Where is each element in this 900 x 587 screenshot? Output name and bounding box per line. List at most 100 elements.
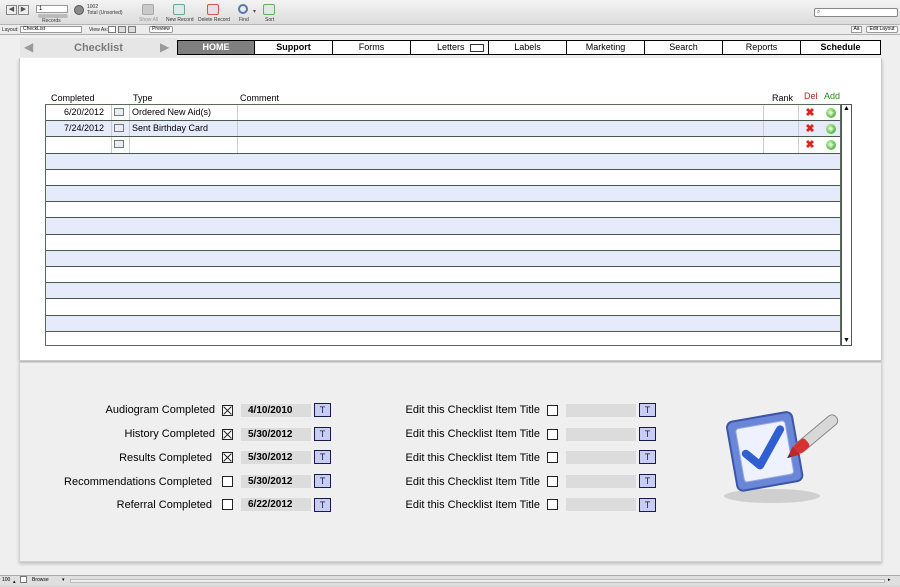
tab-reports[interactable]: Reports [723,41,801,54]
audiogram-checkbox[interactable] [222,405,233,416]
custom-item-date[interactable] [566,475,636,488]
custom-item-date[interactable] [566,404,636,417]
tab-marketing[interactable]: Marketing [567,41,645,54]
sort-button[interactable]: Sort [265,17,274,23]
recommendations-checkbox[interactable] [222,476,233,487]
custom-item-t-button[interactable]: T [639,450,656,464]
custom-item-t-button[interactable]: T [639,427,656,441]
previous-arrow-icon[interactable]: ◀ [24,40,33,54]
referral-t-button[interactable]: T [314,498,331,512]
audiogram-date[interactable]: 4/10/2010 [241,404,311,417]
history-t-button[interactable]: T [314,427,331,441]
calendar-icon[interactable] [114,108,124,116]
comment-cell[interactable] [238,105,764,121]
new-record-icon[interactable] [173,4,185,15]
calendar-cell[interactable] [112,121,130,137]
tab-home[interactable]: HOME [178,41,255,54]
find-button[interactable]: Find [239,17,249,23]
custom-item-date[interactable] [566,498,636,511]
show-all-button[interactable]: Show All [139,17,158,23]
view-table-button[interactable] [128,26,136,33]
custom-item-checkbox[interactable] [547,405,558,416]
rank-cell[interactable] [764,105,799,121]
next-arrow-icon[interactable]: ▶ [160,40,169,54]
custom-item-label[interactable]: Edit this Checklist Item Title [380,499,541,511]
delete-record-icon[interactable] [207,4,219,15]
tab-support[interactable]: Support [255,41,333,54]
completed-date-cell[interactable] [46,137,112,153]
audiogram-t-button[interactable]: T [314,403,331,417]
mode-selector[interactable]: Browse [32,576,49,585]
record-number-field[interactable]: 1 [36,5,68,13]
custom-item-checkbox[interactable] [547,499,558,510]
rank-cell[interactable] [764,121,799,137]
type-cell[interactable]: Sent Birthday Card [130,121,238,137]
results-date[interactable]: 5/30/2012 [241,451,311,464]
recommendations-t-button[interactable]: T [314,474,331,488]
referral-date[interactable]: 6/22/2012 [241,498,311,511]
find-dropdown-icon[interactable]: ▾ [253,8,256,15]
calendar-icon[interactable] [114,140,124,149]
tab-schedule[interactable]: Schedule [801,41,881,54]
history-checkbox[interactable] [222,429,233,440]
custom-item-t-button[interactable]: T [639,403,656,417]
find-icon[interactable] [238,4,248,14]
results-t-button[interactable]: T [314,450,331,464]
calendar-cell[interactable] [112,137,130,153]
zoom-level[interactable]: 100 [2,576,10,585]
custom-item-label[interactable]: Edit this Checklist Item Title [380,476,541,488]
custom-item-date[interactable] [566,451,636,464]
quick-find-field[interactable]: ⌕ [814,8,898,17]
calendar-icon[interactable] [114,124,124,133]
preview-button[interactable]: Preview [149,26,173,33]
custom-item-date[interactable] [566,428,636,441]
custom-item-label[interactable]: Edit this Checklist Item Title [380,428,541,440]
sort-icon[interactable] [263,4,275,15]
history-date[interactable]: 5/30/2012 [241,428,311,441]
add-row-icon[interactable]: + [826,140,836,151]
custom-item-checkbox[interactable] [547,452,558,463]
next-record-button[interactable]: ▶ [18,5,29,15]
recommendations-date[interactable]: 5/30/2012 [241,475,311,488]
custom-item-label[interactable]: Edit this Checklist Item Title [380,404,541,416]
layout-select[interactable]: CheckList [20,26,82,33]
view-form-button[interactable] [108,26,116,33]
scroll-down-icon[interactable]: ▼ [843,337,850,345]
comment-cell[interactable] [238,121,764,137]
tab-labels[interactable]: Labels [489,41,567,54]
mode-dropdown-icon[interactable]: ▾ [62,576,65,585]
custom-item-checkbox[interactable] [547,476,558,487]
calendar-cell[interactable] [112,105,130,121]
delete-row-icon[interactable]: ✖ [805,140,815,151]
edit-layout-button[interactable]: Edit Layout [866,26,898,33]
type-cell[interactable]: Ordered New Aid(s) [130,105,238,121]
type-cell[interactable] [130,137,238,153]
horizontal-scrollbar[interactable] [70,579,885,583]
rank-cell[interactable] [764,137,799,153]
tab-forms[interactable]: Forms [333,41,411,54]
completed-date-cell[interactable]: 7/24/2012 [46,121,112,137]
portal-scrollbar[interactable]: ▲ ▼ [841,104,852,346]
zoom-out-icon[interactable]: ▴ [13,578,16,587]
custom-item-label[interactable]: Edit this Checklist Item Title [380,452,541,464]
comment-cell[interactable] [238,137,764,153]
aa-button[interactable]: Aä [851,26,862,33]
show-all-icon[interactable] [142,4,154,15]
delete-row-icon[interactable]: ✖ [805,108,815,119]
tab-letters[interactable]: Letters [411,41,489,54]
previous-record-button[interactable]: ◀ [6,5,17,15]
delete-record-button[interactable]: Delete Record [198,17,230,23]
new-record-button[interactable]: New Record [166,17,194,23]
referral-checkbox[interactable] [222,499,233,510]
delete-row-icon[interactable]: ✖ [805,124,815,135]
search-input[interactable] [824,9,896,16]
scroll-up-icon[interactable]: ▲ [843,105,850,113]
add-row-icon[interactable]: + [826,124,836,135]
zoom-in-icon[interactable] [20,576,27,583]
completed-date-cell[interactable]: 6/20/2012 [46,105,112,121]
tab-search[interactable]: Search [645,41,723,54]
custom-item-t-button[interactable]: T [639,498,656,512]
view-list-button[interactable] [118,26,126,33]
scroll-right-icon[interactable]: ▸ [888,576,891,585]
results-checkbox[interactable] [222,452,233,463]
